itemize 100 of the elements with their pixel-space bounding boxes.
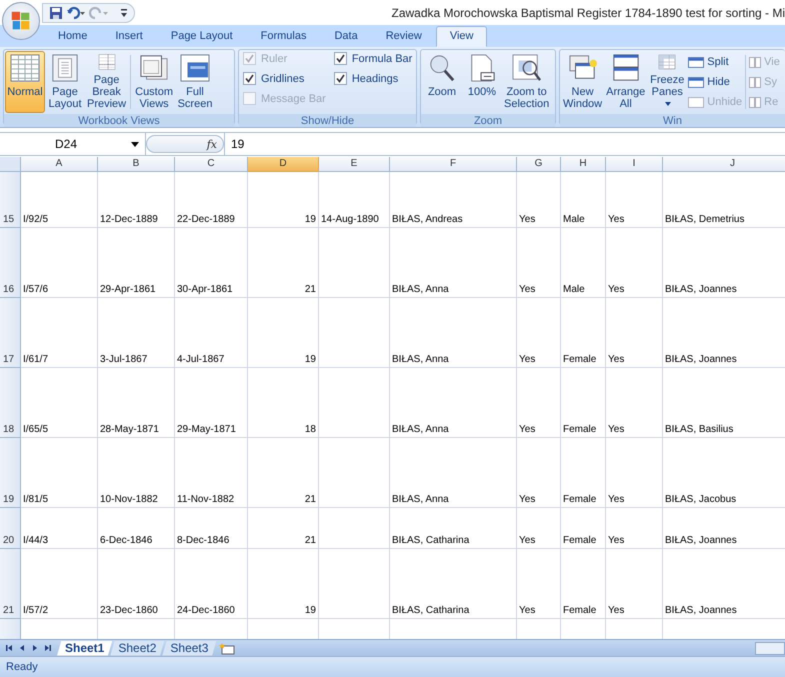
last-sheet-icon[interactable] — [43, 643, 53, 653]
group-title: Workbook Views — [4, 114, 234, 127]
window-small-button[interactable]: Split — [687, 53, 744, 71]
table-cell: 4-Jul-1867 — [175, 298, 248, 368]
table-cell: Yes — [517, 438, 561, 508]
table-cell: I/81/5 — [21, 438, 98, 508]
column-header[interactable]: F — [390, 157, 517, 172]
window-pane-icon — [688, 56, 704, 68]
ribbon-tab[interactable]: Formulas — [246, 26, 320, 47]
ribbon-tab[interactable]: View — [436, 26, 488, 47]
column-header[interactable]: J — [663, 157, 785, 172]
row-header[interactable]: 15 — [0, 172, 21, 228]
table-cell: 19 — [248, 298, 319, 368]
table-cell: 19 — [248, 172, 319, 228]
table-cell: BIŁAS, Joannes — [663, 508, 785, 549]
table-cell: I/57/6 — [21, 228, 98, 298]
insert-function-button[interactable]: fx — [206, 138, 217, 150]
table-cell: I/65/5 — [21, 368, 98, 438]
insert-sheet-icon[interactable] — [218, 642, 236, 654]
ribbon-tab[interactable]: Review — [372, 26, 436, 47]
sheet-tab[interactable]: Sheet2 — [110, 640, 164, 656]
checkmark-icon — [336, 54, 345, 63]
column-header[interactable]: E — [319, 157, 390, 172]
view-button[interactable]: Page Break Preview — [85, 51, 128, 113]
office-button[interactable] — [2, 2, 40, 40]
table-cell — [319, 438, 390, 508]
row-header[interactable]: 16 — [0, 228, 21, 298]
checkmark-icon — [336, 74, 345, 83]
window-button[interactable]: Freeze Panes — [647, 51, 688, 113]
side-by-side-icon — [749, 76, 762, 88]
table-cell: Yes — [606, 368, 663, 438]
formula-field[interactable]: 19 — [224, 133, 785, 155]
ribbon-tab[interactable]: Home — [44, 26, 102, 47]
table-cell — [319, 228, 390, 298]
table-cell: BIŁAS, Catharina — [390, 508, 517, 549]
customize-menu-icon[interactable] — [120, 8, 128, 18]
ribbon-tab[interactable]: Data — [320, 26, 372, 47]
row-header[interactable]: 21 — [0, 549, 21, 619]
table-cell: I/57/2 — [21, 549, 98, 619]
checkbox[interactable]: Gridlines — [243, 72, 326, 85]
name-box[interactable]: D24 — [0, 133, 146, 155]
sheet-tab[interactable]: Sheet1 — [57, 640, 112, 656]
horizontal-scrollbar[interactable] — [755, 642, 785, 654]
table-cell: 23-Dec-1860 — [98, 549, 175, 619]
zoom-button[interactable]: Zoom — [422, 51, 462, 113]
table-cell: 29-Apr-1861 — [98, 228, 175, 298]
undo-icon[interactable] — [66, 6, 86, 20]
column-header[interactable]: I — [606, 157, 663, 172]
row-header[interactable]: 18 — [0, 368, 21, 438]
window-button[interactable]: Arrange All — [604, 51, 648, 113]
table-cell: Yes — [517, 228, 561, 298]
row-header[interactable]: 17 — [0, 298, 21, 368]
table-cell: Yes — [517, 368, 561, 438]
table-cell: 14-Aug-1890 — [319, 172, 390, 228]
row-header[interactable]: 19 — [0, 438, 21, 508]
column-header[interactable]: G — [517, 157, 561, 172]
checkbox[interactable]: Formula Bar — [334, 52, 412, 65]
table-cell: I/92/5 — [21, 172, 98, 228]
first-sheet-icon[interactable] — [4, 643, 14, 653]
row-header[interactable]: 20 — [0, 508, 21, 549]
ribbon-tab[interactable]: Insert — [101, 26, 157, 47]
save-icon[interactable] — [49, 6, 63, 20]
table-cell — [319, 298, 390, 368]
table-cell: BIŁAS, Basilius — [663, 368, 785, 438]
view-button[interactable]: Custom Views — [133, 51, 176, 113]
checkbox[interactable]: Headings — [334, 72, 412, 85]
table-cell — [319, 549, 390, 619]
window-button[interactable]: New Window — [561, 51, 604, 113]
dropdown-caret-icon — [665, 102, 672, 106]
table-cell: BIŁAS, Catharina — [390, 549, 517, 619]
column-header[interactable]: A — [21, 157, 98, 172]
grid-sheet-icon — [10, 54, 40, 82]
window-small-button[interactable]: Hide — [687, 73, 744, 91]
column-header[interactable]: C — [175, 157, 248, 172]
zoom-button[interactable]: Zoom to Selection — [502, 51, 552, 113]
group-title: Win — [560, 114, 785, 127]
column-header[interactable]: H — [561, 157, 606, 172]
table-cell: I/44/3 — [21, 508, 98, 549]
table-cell: Yes — [606, 298, 663, 368]
table-cell: 6-Dec-1846 — [98, 508, 175, 549]
window-pane-icon — [688, 76, 704, 88]
table-cell: 10-Nov-1882 — [98, 438, 175, 508]
table-cell: Yes — [517, 298, 561, 368]
ribbon-tab[interactable]: Page Layout — [156, 26, 247, 47]
table-cell: 19 — [248, 549, 319, 619]
table-cell: 21 — [248, 438, 319, 508]
sheet-tab[interactable]: Sheet3 — [162, 640, 216, 656]
table-cell: BIŁAS, Joannes — [663, 228, 785, 298]
table-cell: Yes — [517, 549, 561, 619]
table-cell: BIŁAS, Joannes — [663, 298, 785, 368]
view-button[interactable]: Normal — [5, 51, 45, 113]
column-header[interactable]: D — [248, 157, 319, 172]
zoom-button[interactable]: 100% — [462, 51, 502, 113]
view-button[interactable]: Page Layout — [45, 51, 85, 113]
view-button[interactable]: Full Screen — [175, 51, 216, 113]
group-title: Zoom — [421, 114, 555, 127]
table-cell: Female — [561, 549, 606, 619]
table-cell: BIŁAS, Anna — [390, 298, 517, 368]
column-header[interactable]: B — [98, 157, 175, 172]
table-cell: 21 — [248, 228, 319, 298]
